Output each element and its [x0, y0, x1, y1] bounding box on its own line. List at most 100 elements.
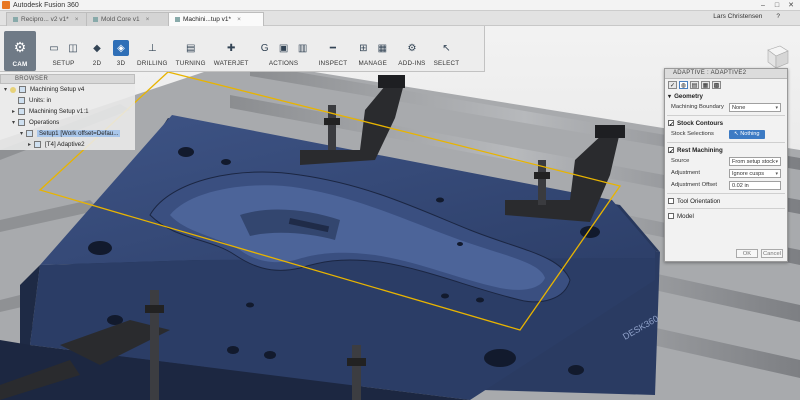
3d-adaptive-icon: ◈ — [113, 40, 129, 56]
toolbar-label: INSPECT — [318, 60, 348, 67]
fusion-window: DESK360 Autodesk Fusion 360 – □ ✕ Recipr… — [0, 0, 800, 400]
component-icon — [18, 108, 25, 115]
tree-item-label: Machining Setup v4 — [30, 86, 85, 93]
tab-label: Machini...tup v1* — [183, 16, 232, 23]
document-icon — [19, 86, 26, 93]
rest-machining-checkbox[interactable]: ✓ — [668, 147, 674, 155]
linking-tab-icon[interactable]: ▩ — [712, 81, 721, 89]
adaptive-dialog: ADAPTIVE : ADAPTIVE2 ✓ ◍ ▤ ▦ ▩ ▾ Geometry… — [664, 68, 788, 262]
dialog-title[interactable]: ADAPTIVE : ADAPTIVE2 — [665, 69, 787, 79]
tree-item-label: [T4] Adaptive2 — [45, 141, 85, 148]
tree-item-component[interactable]: ▸ Machining Setup v1:1 — [0, 106, 135, 117]
tree-item-label: Setup1 [Work offset=Defau... — [37, 130, 121, 137]
operations-icon — [18, 119, 25, 126]
select-value: From setup stock — [732, 158, 775, 165]
user-name[interactable]: Lars Christensen — [713, 13, 762, 20]
tool-library-icon: ⊞ — [359, 42, 368, 54]
ok-button[interactable]: OK — [736, 249, 758, 258]
passes-tab-icon[interactable]: ▦ — [701, 81, 710, 89]
toolbar-label: ACTIONS — [268, 60, 299, 67]
tool-orientation-checkbox[interactable] — [668, 198, 674, 204]
toolbar-label: 3D — [116, 60, 126, 67]
model-section[interactable]: Model — [665, 211, 787, 221]
field-label: Adjustment Offset — [671, 182, 717, 188]
window-title: Autodesk Fusion 360 — [13, 1, 79, 9]
close-tab-icon[interactable]: × — [146, 16, 150, 23]
2d-adaptive-icon: ◆ — [93, 42, 101, 54]
adjustment-select[interactable]: Ignore cusps ▾ — [729, 168, 781, 178]
heights-tab-icon[interactable]: ▤ — [690, 81, 699, 89]
cancel-button[interactable]: Cancel — [761, 249, 783, 258]
toolbar-setup[interactable]: ▭ ◫ SETUP — [42, 27, 85, 71]
drill-icon: ⊥ — [147, 42, 157, 54]
stock-contours-checkbox[interactable]: ✓ — [668, 120, 674, 128]
field-label: Stock Selections — [671, 131, 714, 137]
window-controls: – □ ✕ — [756, 0, 798, 11]
machining-boundary-row: Machining Boundary None ▾ — [665, 101, 787, 113]
geometry-section[interactable]: ▾ Geometry — [665, 91, 787, 101]
toolbar-label: 2D — [92, 60, 102, 67]
dialog-tabs: ✓ ◍ ▤ ▦ ▩ — [665, 79, 787, 91]
browser-panel: BROWSER ▾ Machining Setup v4 Units: in ▸… — [0, 74, 135, 150]
adjustment-row: Adjustment Ignore cusps ▾ — [665, 167, 787, 179]
tree-item-setup1[interactable]: ▾ Setup1 [Work offset=Defau... — [0, 128, 135, 139]
view-cube[interactable] — [762, 42, 790, 70]
tree-item-adaptive2[interactable]: ▸ [T4] Adaptive2 — [0, 139, 135, 150]
close-tab-icon[interactable]: × — [237, 16, 241, 23]
adjustment-offset-input[interactable]: 0.02 in — [729, 180, 781, 190]
tree-item-units[interactable]: Units: in — [0, 95, 135, 106]
document-icon — [13, 16, 18, 22]
toolbar-2d[interactable]: ◆ 2D — [85, 27, 109, 71]
close-window-icon[interactable]: ✕ — [784, 0, 798, 11]
adjustment-offset-row: Adjustment Offset 0.02 in — [665, 179, 787, 191]
fusion-logo-icon — [2, 1, 10, 9]
visibility-bulb-icon[interactable] — [10, 86, 16, 93]
turning-icon: ▤ — [185, 42, 196, 54]
section-title: Geometry — [674, 92, 703, 100]
simulate-icon: ▣ — [278, 42, 289, 54]
tab-machining-setup[interactable]: Machini...tup v1* × — [168, 12, 264, 26]
machining-boundary-select[interactable]: None ▾ — [729, 102, 781, 112]
toolbar-manage[interactable]: ⊞ ▦ MANAGE — [351, 27, 394, 71]
document-icon — [175, 16, 180, 22]
model-checkbox[interactable] — [668, 213, 674, 219]
stock-selections-row: Stock Selections ↖ Nothing — [665, 128, 787, 140]
maximize-icon[interactable]: □ — [770, 0, 784, 11]
stock-selection-button[interactable]: ↖ Nothing — [729, 129, 765, 139]
minimize-icon[interactable]: – — [756, 0, 770, 11]
toolbar-label: MANAGE — [358, 60, 388, 67]
tool-orientation-section[interactable]: Tool Orientation — [665, 196, 787, 206]
toolbar-actions[interactable]: G ▣ ▥ ACTIONS — [253, 27, 315, 71]
section-title: Rest Machining — [677, 146, 723, 154]
template-icon: ▦ — [377, 42, 388, 54]
toolbar-turning[interactable]: ▤ TURNING — [172, 27, 210, 71]
tree-item-operations[interactable]: ▾ Operations — [0, 117, 135, 128]
section-title: Stock Contours — [677, 119, 724, 127]
toolbar-waterjet[interactable]: ✚ WATERJET — [210, 27, 253, 71]
close-tab-icon[interactable]: × — [75, 16, 79, 23]
geometry-tab-icon[interactable]: ◍ — [679, 81, 688, 89]
tool-tab-icon[interactable]: ✓ — [668, 81, 677, 89]
stock-contours-section[interactable]: ✓ Stock Contours — [665, 118, 787, 128]
document-tab-bar: Recipro... v2 v1* × Mold Core v1 × Machini… — [0, 11, 800, 26]
tab-reciprocating[interactable]: Recipro... v2 v1* × — [6, 12, 88, 26]
collapse-arrow-icon: ▾ — [668, 92, 672, 100]
help-icon[interactable]: ? — [776, 13, 780, 20]
toolbar-select[interactable]: ↖ SELECT — [430, 27, 464, 71]
rest-machining-section[interactable]: ✓ Rest Machining — [665, 145, 787, 155]
toolbar-drilling[interactable]: ⊥ DRILLING — [133, 27, 172, 71]
workspace-switcher[interactable]: ⚙ CAM — [4, 31, 36, 71]
tab-mold-core[interactable]: Mold Core v1 × — [86, 12, 170, 26]
tree-item-document[interactable]: ▾ Machining Setup v4 — [0, 84, 135, 95]
source-select[interactable]: From setup stock ▾ — [729, 156, 781, 166]
select-cursor-icon: ↖ — [442, 42, 451, 54]
toolbar-3d[interactable]: ◈ 3D — [109, 27, 133, 71]
section-title: Tool Orientation — [677, 197, 721, 205]
select-value: Ignore cusps — [732, 170, 765, 177]
chevron-down-icon: ▾ — [775, 170, 778, 177]
document-icon — [93, 16, 98, 22]
user-area: Lars Christensen ? — [713, 13, 780, 20]
browser-header[interactable]: BROWSER — [0, 74, 135, 84]
toolbar-add-ins[interactable]: ⚙ ADD-INS — [394, 27, 429, 71]
toolbar-inspect[interactable]: ━ INSPECT — [315, 27, 352, 71]
